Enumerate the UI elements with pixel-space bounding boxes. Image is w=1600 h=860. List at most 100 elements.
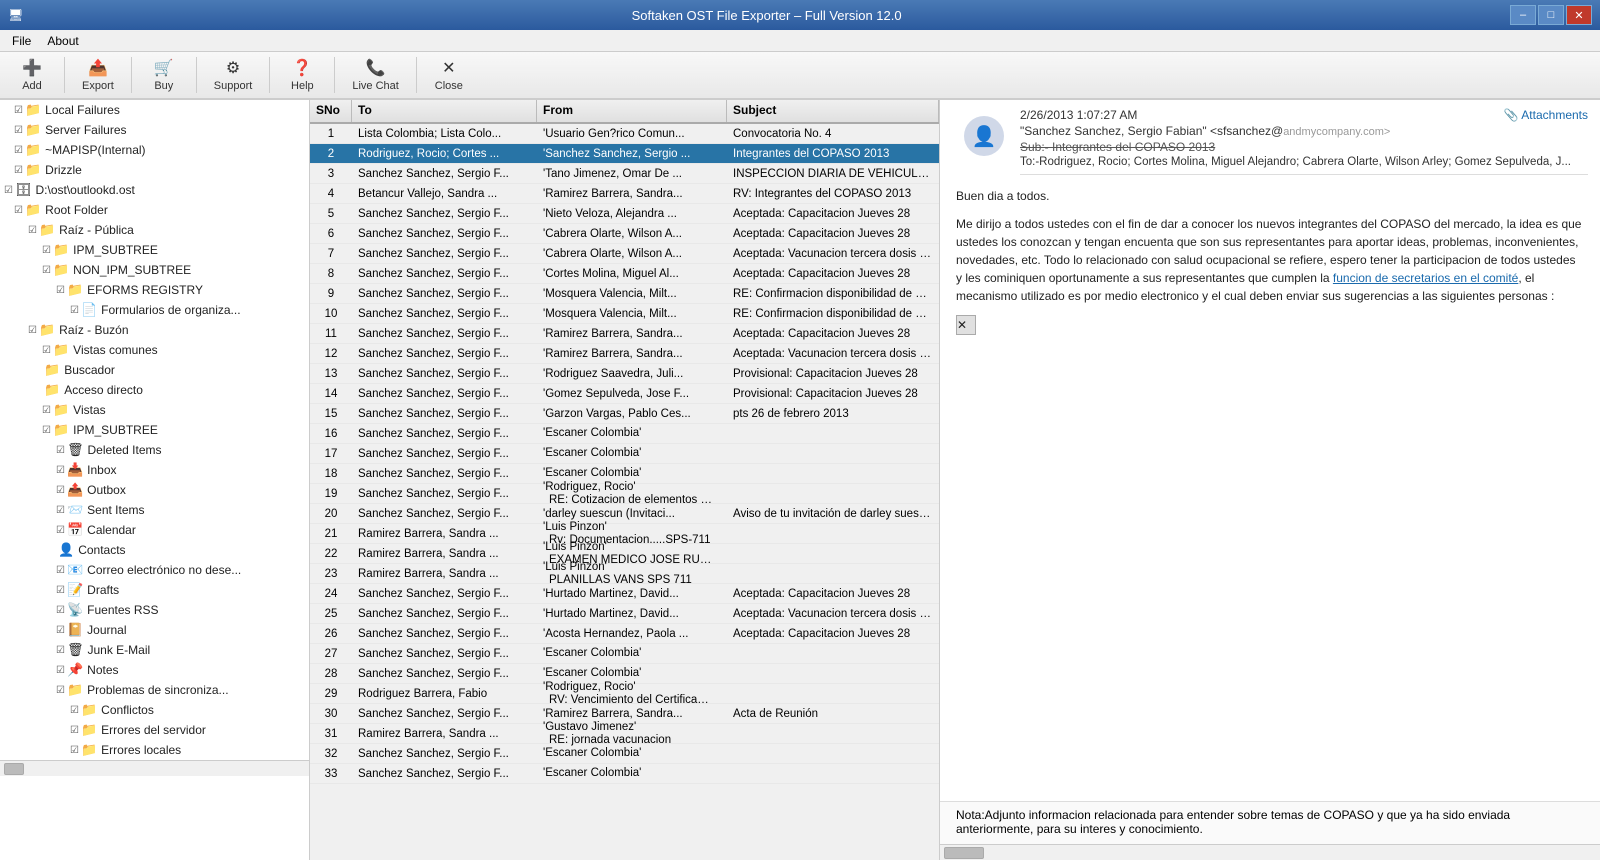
email-row[interactable]: 8 Sanchez Sanchez, Sergio F... 'Cortes M…: [310, 264, 939, 284]
maximize-button[interactable]: □: [1538, 5, 1564, 25]
email-sno: 23: [310, 567, 352, 581]
sidebar-check: ☑: [56, 645, 65, 656]
sidebar-item-vistas-comunes[interactable]: ☑ 📁 Vistas comunes: [0, 340, 309, 360]
support-button[interactable]: ⚙ Support: [203, 55, 264, 95]
email-to: Sanchez Sanchez, Sergio F...: [352, 407, 537, 421]
email-row[interactable]: 4 Betancur Vallejo, Sandra ... 'Ramirez …: [310, 184, 939, 204]
sidebar-item-drizzle[interactable]: ☑ 📁 Drizzle: [0, 160, 309, 180]
preview-link[interactable]: funcion de secretarios en el comité: [1333, 271, 1518, 285]
email-row[interactable]: 14 Sanchez Sanchez, Sergio F... 'Gomez S…: [310, 384, 939, 404]
sidebar-item-conflictos[interactable]: ☑ 📁 Conflictos: [0, 700, 309, 720]
sidebar-check: ☑: [14, 145, 23, 156]
sidebar-item-inbox[interactable]: ☑ 📥 Inbox: [0, 460, 309, 480]
email-row[interactable]: 7 Sanchez Sanchez, Sergio F... 'Cabrera …: [310, 244, 939, 264]
sidebar-item-raiz-buzon[interactable]: ☑ 📁 Raíz - Buzón: [0, 320, 309, 340]
preview-hscroll-thumb[interactable]: [944, 847, 984, 859]
sidebar-item-drafts[interactable]: ☑ 📝 Drafts: [0, 580, 309, 600]
email-row[interactable]: 24 Sanchez Sanchez, Sergio F... 'Hurtado…: [310, 584, 939, 604]
livechat-label: Live Chat: [352, 80, 398, 92]
sidebar-folder-icon: 📁: [44, 362, 60, 378]
col-header-sno[interactable]: SNo: [310, 100, 352, 122]
sidebar-scrollbar[interactable]: [0, 760, 309, 776]
sidebar-item-ipm-subtree2[interactable]: ☑ 📁 IPM_SUBTREE: [0, 420, 309, 440]
email-to: Sanchez Sanchez, Sergio F...: [352, 467, 537, 481]
email-sno: 12: [310, 347, 352, 361]
sidebar-item-eforms-registry[interactable]: ☑ 📁 EFORMS REGISTRY: [0, 280, 309, 300]
sidebar-item-deleted-items[interactable]: ☑ 🗑 Deleted Items: [0, 440, 309, 460]
sidebar-item-notes[interactable]: ☑ 📌 Notes: [0, 660, 309, 680]
sidebar-item-local-failures[interactable]: ☑ 📁 Local Failures: [0, 100, 309, 120]
email-row[interactable]: 3 Sanchez Sanchez, Sergio F... 'Tano Jim…: [310, 164, 939, 184]
sidebar-check: ☑: [56, 625, 65, 636]
buy-button[interactable]: 🛒 Buy: [138, 55, 190, 95]
attachments-link[interactable]: 📎 Attachments: [1504, 108, 1588, 122]
email-row[interactable]: 17 Sanchez Sanchez, Sergio F... 'Escaner…: [310, 444, 939, 464]
email-row[interactable]: 12 Sanchez Sanchez, Sergio F... 'Ramirez…: [310, 344, 939, 364]
email-row[interactable]: 1 Lista Colombia; Lista Colo... 'Usuario…: [310, 124, 939, 144]
close-window-button[interactable]: ✕: [1566, 5, 1592, 25]
sidebar-item-outbox[interactable]: ☑ 📤 Outbox: [0, 480, 309, 500]
title-bar: 🖥 Softaken OST File Exporter – Full Vers…: [0, 0, 1600, 30]
sidebar-item-acceso-directo[interactable]: 📁 Acceso directo: [0, 380, 309, 400]
sidebar-scroll-thumb[interactable]: [4, 763, 24, 775]
export-button[interactable]: 📤 Export: [71, 55, 125, 95]
sidebar-item-server-failures[interactable]: ☑ 📁 Server Failures: [0, 120, 309, 140]
email-row[interactable]: 10 Sanchez Sanchez, Sergio F... 'Mosquer…: [310, 304, 939, 324]
email-row[interactable]: 23 Ramirez Barrera, Sandra ... 'Luis Pin…: [310, 564, 939, 584]
col-header-subject[interactable]: Subject: [727, 100, 939, 122]
email-row[interactable]: 33 Sanchez Sanchez, Sergio F... 'Escaner…: [310, 764, 939, 784]
sidebar-item-problemas-sincronia[interactable]: ☑ 📁 Problemas de sincroniza...: [0, 680, 309, 700]
email-row[interactable]: 29 Rodriguez Barrera, Fabio 'Rodriguez, …: [310, 684, 939, 704]
email-row[interactable]: 13 Sanchez Sanchez, Sergio F... 'Rodrigu…: [310, 364, 939, 384]
sidebar-item-errores-servidor[interactable]: ☑ 📁 Errores del servidor: [0, 720, 309, 740]
sidebar-item-label: Raíz - Pública: [59, 223, 134, 237]
sidebar-item-ipm-subtree[interactable]: ☑ 📁 IPM_SUBTREE: [0, 240, 309, 260]
email-row[interactable]: 25 Sanchez Sanchez, Sergio F... 'Hurtado…: [310, 604, 939, 624]
minimize-button[interactable]: –: [1510, 5, 1536, 25]
email-row[interactable]: 26 Sanchez Sanchez, Sergio F... 'Acosta …: [310, 624, 939, 644]
sidebar-item-contacts[interactable]: 👤 Contacts: [0, 540, 309, 560]
email-row[interactable]: 11 Sanchez Sanchez, Sergio F... 'Ramirez…: [310, 324, 939, 344]
email-row[interactable]: 32 Sanchez Sanchez, Sergio F... 'Escaner…: [310, 744, 939, 764]
email-from: 'Usuario Gen?rico Comun...: [537, 127, 727, 141]
col-header-to[interactable]: To: [352, 100, 537, 122]
email-row[interactable]: 16 Sanchez Sanchez, Sergio F... 'Escaner…: [310, 424, 939, 444]
email-row[interactable]: 27 Sanchez Sanchez, Sergio F... 'Escaner…: [310, 644, 939, 664]
sidebar-item-calendar[interactable]: ☑ 📅 Calendar: [0, 520, 309, 540]
sidebar-item-formularios[interactable]: ☑ 📄 Formularios de organiza...: [0, 300, 309, 320]
email-row[interactable]: 6 Sanchez Sanchez, Sergio F... 'Cabrera …: [310, 224, 939, 244]
sidebar-item-fuentes-rss[interactable]: ☑ 📡 Fuentes RSS: [0, 600, 309, 620]
email-row[interactable]: 9 Sanchez Sanchez, Sergio F... 'Mosquera…: [310, 284, 939, 304]
sidebar-item-correo-no-deseado[interactable]: ☑ 📧 Correo electrónico no dese...: [0, 560, 309, 580]
add-button[interactable]: ➕ Add: [6, 55, 58, 95]
sidebar-item-ost-file[interactable]: ☑ 🗄 D:\ost\outlookd.ost: [0, 180, 309, 200]
email-row[interactable]: 5 Sanchez Sanchez, Sergio F... 'Nieto Ve…: [310, 204, 939, 224]
email-to: Sanchez Sanchez, Sergio F...: [352, 267, 537, 281]
email-to: Sanchez Sanchez, Sergio F...: [352, 287, 537, 301]
email-row[interactable]: 31 Ramirez Barrera, Sandra ... 'Gustavo …: [310, 724, 939, 744]
col-header-from[interactable]: From: [537, 100, 727, 122]
menu-about[interactable]: About: [39, 32, 86, 50]
email-row[interactable]: 2 Rodriguez, Rocio; Cortes ... 'Sanchez …: [310, 144, 939, 164]
sidebar-folder-icon: 📁: [53, 342, 69, 358]
sidebar-item-buscador[interactable]: 📁 Buscador: [0, 360, 309, 380]
email-row[interactable]: 19 Sanchez Sanchez, Sergio F... 'Rodrigu…: [310, 484, 939, 504]
help-button[interactable]: ❓ Help: [276, 55, 328, 95]
sidebar-item-root-folder[interactable]: ☑ 📁 Root Folder: [0, 200, 309, 220]
sidebar-item-raiz-publica[interactable]: ☑ 📁 Raíz - Pública: [0, 220, 309, 240]
email-from: 'Gustavo Jimenez' RE: jornada vacunacion: [537, 720, 727, 748]
close-button[interactable]: ✕ Close: [423, 55, 475, 95]
livechat-button[interactable]: 📞 Live Chat: [341, 55, 409, 95]
sidebar-item-journal[interactable]: ☑ 📔 Journal: [0, 620, 309, 640]
sidebar-item-non-ipm-subtree[interactable]: ☑ 📁 NON_IPM_SUBTREE: [0, 260, 309, 280]
email-from: 'Garzon Vargas, Pablo Ces...: [537, 407, 727, 421]
sidebar-check: ☑: [56, 525, 65, 536]
preview-hscrollbar[interactable]: [940, 844, 1600, 860]
menu-file[interactable]: File: [4, 32, 39, 50]
sidebar-item-mapisp[interactable]: ☑ 📁 ~MAPISP(Internal): [0, 140, 309, 160]
sidebar-item-junk-email[interactable]: ☑ 🗑 Junk E-Mail: [0, 640, 309, 660]
email-row[interactable]: 15 Sanchez Sanchez, Sergio F... 'Garzon …: [310, 404, 939, 424]
sidebar-item-errores-locales[interactable]: ☑ 📁 Errores locales: [0, 740, 309, 760]
sidebar-item-sent-items[interactable]: ☑ 📨 Sent Items: [0, 500, 309, 520]
sidebar-item-vistas[interactable]: ☑ 📁 Vistas: [0, 400, 309, 420]
